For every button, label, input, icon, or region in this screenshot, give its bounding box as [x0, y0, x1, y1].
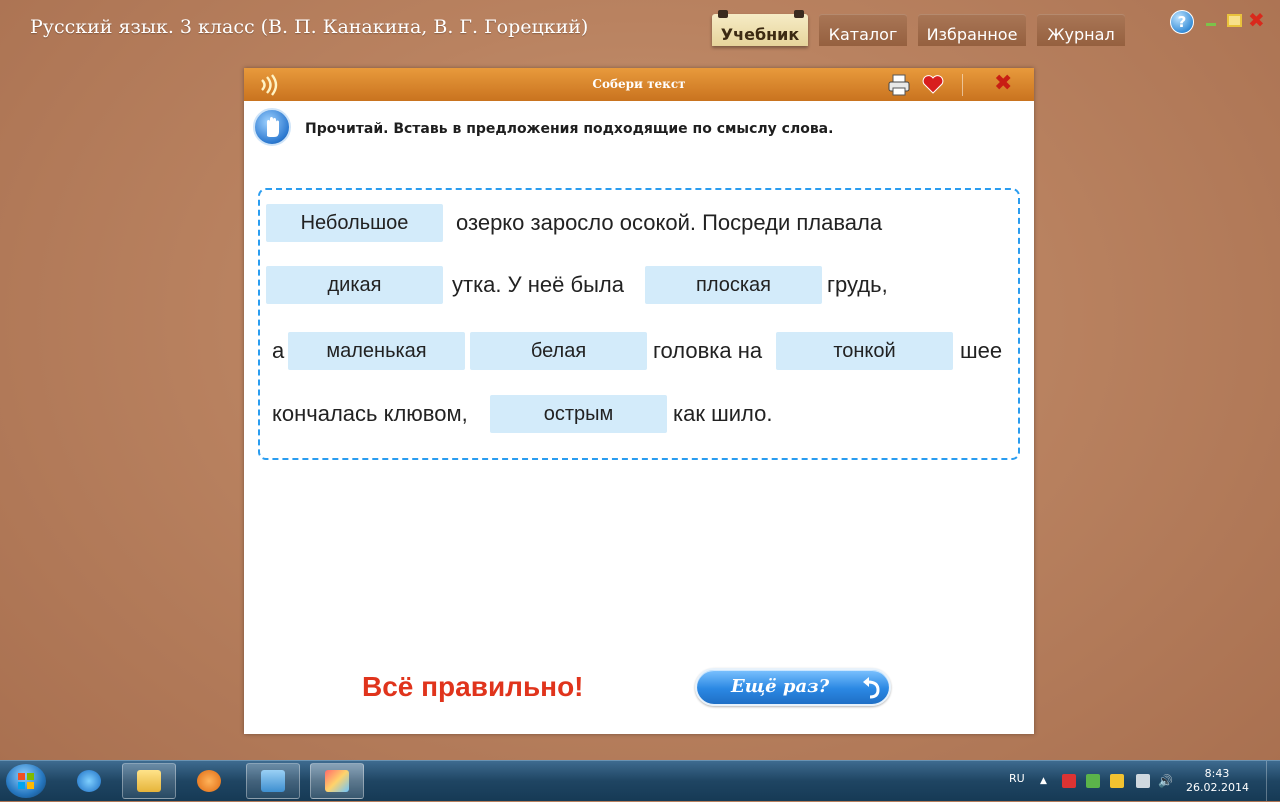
dialog-header: Собери текст ✖: [244, 68, 1034, 101]
sentence-text: кончалась клювом,: [272, 401, 468, 426]
maximize-icon[interactable]: [1227, 14, 1242, 27]
network-icon[interactable]: [1136, 774, 1150, 788]
tab-textbook[interactable]: Учебник: [712, 10, 808, 46]
word-slot[interactable]: маленькая: [288, 332, 465, 370]
word-slot[interactable]: Небольшое: [266, 204, 443, 242]
word-slot[interactable]: острым: [490, 395, 667, 433]
tab-catalog[interactable]: Каталог: [819, 14, 907, 46]
start-button[interactable]: [6, 764, 46, 798]
sentence-text: озерко заросло осокой. Посреди плавала: [456, 210, 883, 235]
help-icon[interactable]: ?: [1170, 10, 1194, 34]
tab-favorites[interactable]: Избранное: [918, 14, 1026, 46]
sentence-text: утка. У неё была: [452, 272, 624, 297]
taskbar-textbook-app[interactable]: [310, 763, 364, 799]
sentence-text: грудь,: [827, 272, 888, 297]
close-app-icon[interactable]: ✖: [1248, 9, 1265, 31]
word-slot[interactable]: плоская: [645, 266, 822, 304]
show-desktop-button[interactable]: [1266, 761, 1280, 801]
word-slot[interactable]: дикая: [266, 266, 443, 304]
exercise-dialog: Собери текст ✖ Прочитай. Вставь в предло…: [244, 68, 1034, 734]
hand-icon: [253, 108, 291, 146]
close-icon[interactable]: ✖: [994, 71, 1012, 97]
taskbar-media-player[interactable]: [182, 763, 236, 799]
notes-icon: [261, 770, 285, 792]
word-slot[interactable]: белая: [470, 332, 647, 370]
return-arrow-icon: [863, 677, 880, 699]
dialog-title: Собери текст: [592, 77, 686, 91]
sentence-text: шее: [960, 338, 1003, 363]
taskbar-notes[interactable]: [246, 763, 300, 799]
taskbar-internet-explorer[interactable]: [62, 763, 116, 799]
result-message: Всё правильно!: [362, 671, 584, 702]
clock[interactable]: 8:43 26.02.2014: [1186, 767, 1249, 795]
clock-time: 8:43: [1204, 767, 1230, 780]
sentence-line: кончалась клювом, острым как шило.: [270, 395, 1010, 435]
tray-expand-icon[interactable]: ▲: [1040, 774, 1054, 788]
try-again-button[interactable]: Ещё раз?: [695, 668, 891, 706]
tab-journal[interactable]: Журнал: [1037, 14, 1125, 46]
word-slot[interactable]: тонкой: [776, 332, 953, 370]
sentence-line: Небольшое озерко заросло осокой. Посреди…: [266, 204, 1010, 244]
windows-logo-icon: [18, 773, 34, 789]
sentence-line: а маленькая белая головка на тонкой шее: [270, 332, 1010, 372]
app-title: Русский язык. 3 класс (В. П. Канакина, В…: [30, 16, 589, 38]
header-divider: [962, 74, 963, 96]
volume-icon[interactable]: 🔊: [1158, 774, 1173, 788]
internet-explorer-icon: [77, 770, 101, 792]
heart-icon[interactable]: [922, 74, 944, 94]
folder-icon: [137, 770, 161, 792]
sentence-area: Небольшое озерко заросло осокой. Посреди…: [258, 188, 1020, 460]
language-indicator[interactable]: RU: [1009, 772, 1025, 785]
sentence-line: дикая утка. У неё была плоская грудь,: [266, 266, 1010, 306]
tool-icon[interactable]: [1110, 774, 1124, 788]
media-player-icon: [197, 770, 221, 792]
instruction-text: Прочитай. Вставь в предложения подходящи…: [305, 121, 834, 137]
sentence-text: как шило.: [673, 401, 773, 426]
taskbar: RU ▲ 🔊 8:43 26.02.2014: [0, 760, 1280, 801]
security-icon[interactable]: [1086, 774, 1100, 788]
shield-icon[interactable]: [1062, 774, 1076, 788]
try-again-label: Ещё раз?: [731, 676, 830, 697]
sentence-text: головка на: [653, 338, 763, 363]
printer-icon[interactable]: [887, 74, 911, 96]
clock-date: 26.02.2014: [1186, 781, 1249, 794]
sentence-text: а: [272, 338, 285, 363]
taskbar-explorer[interactable]: [122, 763, 176, 799]
textbook-app-icon: [325, 770, 349, 792]
minimize-icon[interactable]: [1206, 23, 1216, 26]
